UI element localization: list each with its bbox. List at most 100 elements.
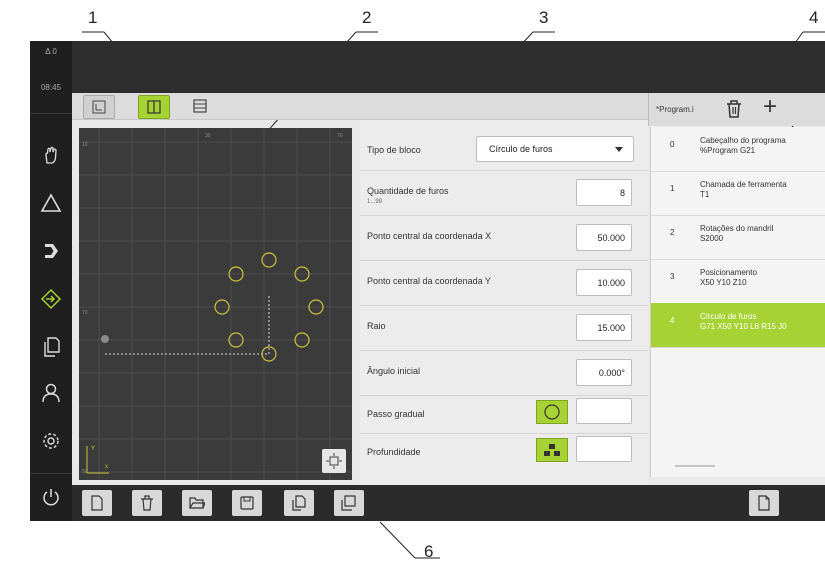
form-view-icon — [193, 99, 207, 113]
split-view-icon — [147, 100, 161, 114]
sidebar-divider — [30, 473, 72, 474]
bottom-toolbar — [72, 485, 825, 521]
power-icon — [43, 489, 59, 506]
x-axis-label: x — [105, 464, 108, 470]
list-item[interactable]: 2 Rotações do mandril S2000 — [651, 215, 825, 260]
page-icon — [758, 495, 770, 511]
sidebar-item-manual[interactable] — [30, 133, 72, 177]
field-row-hole-count: Quantidade de furos 1...99 8 — [360, 172, 648, 212]
radius-input[interactable]: 15.000 — [576, 314, 632, 341]
delete-file-button[interactable] — [132, 490, 162, 516]
row-divider — [360, 433, 648, 434]
step-input[interactable] — [576, 398, 632, 424]
y-axis-label: Y — [91, 446, 95, 452]
list-item[interactable]: 1 Chamada de ferramenta T1 — [651, 171, 825, 216]
user-icon — [42, 383, 60, 403]
depth-mode-toggle[interactable] — [536, 438, 568, 462]
sidebar-item-settings[interactable] — [30, 419, 72, 463]
block-number: 0 — [670, 140, 675, 149]
callout-4: 4 — [809, 8, 819, 27]
block-type-dropdown[interactable]: Círculo de furos — [476, 136, 634, 162]
fit-view-button[interactable] — [322, 449, 346, 473]
hole-count-input[interactable]: 8 — [576, 179, 632, 206]
save-icon — [240, 496, 254, 510]
list-item-selected[interactable]: 4 Círculo de furos G71 X50 Y10 L8 R15 J0 — [651, 303, 825, 348]
block-title: Rotações do mandril — [700, 224, 774, 233]
callout-6: 6 — [424, 542, 434, 561]
sidebar-item-power[interactable] — [30, 475, 72, 519]
callout-1: 1 — [88, 8, 98, 27]
save-as-button[interactable] — [284, 490, 314, 516]
row-divider — [360, 215, 648, 216]
save-as-icon — [292, 495, 306, 511]
block-number: 1 — [670, 184, 675, 193]
new-file-button[interactable] — [82, 490, 112, 516]
depth-input[interactable] — [576, 436, 632, 462]
circle-icon — [544, 404, 560, 420]
block-number: 3 — [670, 272, 675, 281]
program-block-list: 0 Cabeçalho do programa %Program G21 1 C… — [650, 127, 825, 477]
program-name: *Program.i — [656, 105, 694, 114]
tick-label: 70 — [82, 310, 88, 316]
save-copy-button[interactable] — [334, 490, 364, 516]
hand-icon — [45, 146, 57, 164]
trash-icon — [727, 100, 741, 118]
callout-3: 3 — [539, 8, 549, 27]
row-divider — [360, 305, 648, 306]
center-x-label: Ponto central da coordenada X — [367, 231, 492, 241]
hole-count-label: Quantidade de furos — [367, 186, 449, 196]
status-value: Δ 0 — [45, 47, 57, 56]
field-row-radius: Raio 15.000 — [360, 307, 648, 347]
delete-block-button[interactable] — [725, 99, 745, 119]
graphic-view-icon — [92, 100, 106, 114]
scrollbar[interactable] — [675, 465, 715, 467]
graphic-view[interactable]: 10 30 70 70 50 Y x — [79, 128, 352, 480]
arrow-icon — [45, 244, 58, 258]
field-row-center-y: Ponto central da coordenada Y 10.000 — [360, 262, 648, 302]
block-type-value: Círculo de furos — [489, 144, 553, 154]
block-type-row: Tipo de bloco Círculo de furos — [360, 130, 648, 170]
open-folder-button[interactable] — [182, 490, 212, 516]
fit-view-icon — [326, 453, 342, 469]
sidebar-item-user-login[interactable] — [30, 371, 72, 415]
save-button[interactable] — [232, 490, 262, 516]
field-row-depth: Profundidade — [360, 435, 648, 475]
block-title: Cabeçalho do programa — [700, 136, 786, 145]
add-block-button[interactable]: + — [763, 93, 777, 121]
contour-graphic: 10 30 70 70 50 Y x — [79, 128, 352, 480]
row-divider — [360, 395, 648, 396]
block-type-label: Tipo de bloco — [367, 145, 421, 155]
graphic-view-button[interactable] — [83, 95, 115, 119]
page-button[interactable] — [749, 490, 779, 516]
gear-icon — [43, 433, 59, 449]
center-x-input[interactable]: 50.000 — [576, 224, 632, 251]
depth-label: Profundidade — [367, 447, 421, 457]
program-header: *Program.i + — [648, 93, 825, 126]
block-title: Posicionamento — [700, 268, 757, 277]
main-menu-sidebar: Δ 0 08:45 — [30, 41, 72, 521]
block-params: %Program G21 — [700, 146, 756, 155]
sidebar-item-mdi[interactable] — [30, 181, 72, 225]
full-circle-toggle[interactable] — [536, 400, 568, 424]
tick-label: 70 — [337, 133, 343, 139]
row-divider — [360, 170, 648, 171]
sidebar-item-file-manager[interactable] — [30, 325, 72, 369]
form-view-button[interactable] — [185, 95, 215, 117]
view-toolbar — [72, 93, 648, 120]
list-item[interactable]: 0 Cabeçalho do programa %Program G21 — [651, 127, 825, 172]
center-y-input[interactable]: 10.000 — [576, 269, 632, 296]
start-angle-input[interactable]: 0.000° — [576, 359, 632, 386]
sidebar-item-programming[interactable] — [30, 277, 72, 321]
open-folder-icon — [189, 497, 205, 509]
step-label: Passo gradual — [367, 409, 425, 419]
tick-label: 30 — [205, 133, 211, 139]
list-item[interactable]: 3 Posicionamento X50 Y10 Z10 — [651, 259, 825, 304]
message-bar — [72, 41, 825, 93]
depth-icon — [544, 444, 560, 456]
callout-2: 2 — [362, 8, 372, 27]
sidebar-item-program-run[interactable] — [30, 229, 72, 273]
program-arrow-icon — [40, 288, 62, 310]
split-view-button[interactable] — [138, 95, 170, 119]
new-file-icon — [91, 495, 103, 511]
row-divider — [360, 350, 648, 351]
